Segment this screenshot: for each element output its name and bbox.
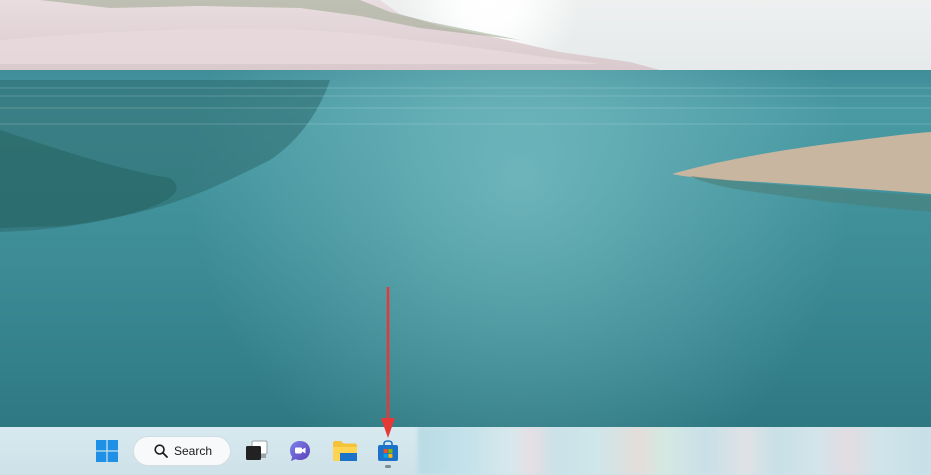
start-button[interactable] [89, 433, 125, 469]
search-button[interactable]: Search [133, 436, 231, 466]
microsoft-store-button[interactable] [370, 433, 406, 469]
desktop: Search [0, 0, 931, 475]
task-view-button[interactable] [238, 433, 274, 469]
desktop-wallpaper [0, 0, 931, 427]
taskbar: Search [0, 427, 931, 475]
search-icon [154, 444, 168, 458]
folder-icon [333, 441, 357, 461]
taskbar-blurred-region [418, 427, 931, 475]
task-view-icon [246, 440, 268, 460]
windows-logo-icon [96, 440, 118, 462]
microsoft-store-icon [378, 440, 398, 461]
teams-chat-icon [290, 441, 310, 461]
chat-button[interactable] [282, 433, 318, 469]
search-label: Search [174, 444, 213, 458]
running-app-indicator [385, 465, 391, 468]
file-explorer-button[interactable] [327, 433, 363, 469]
